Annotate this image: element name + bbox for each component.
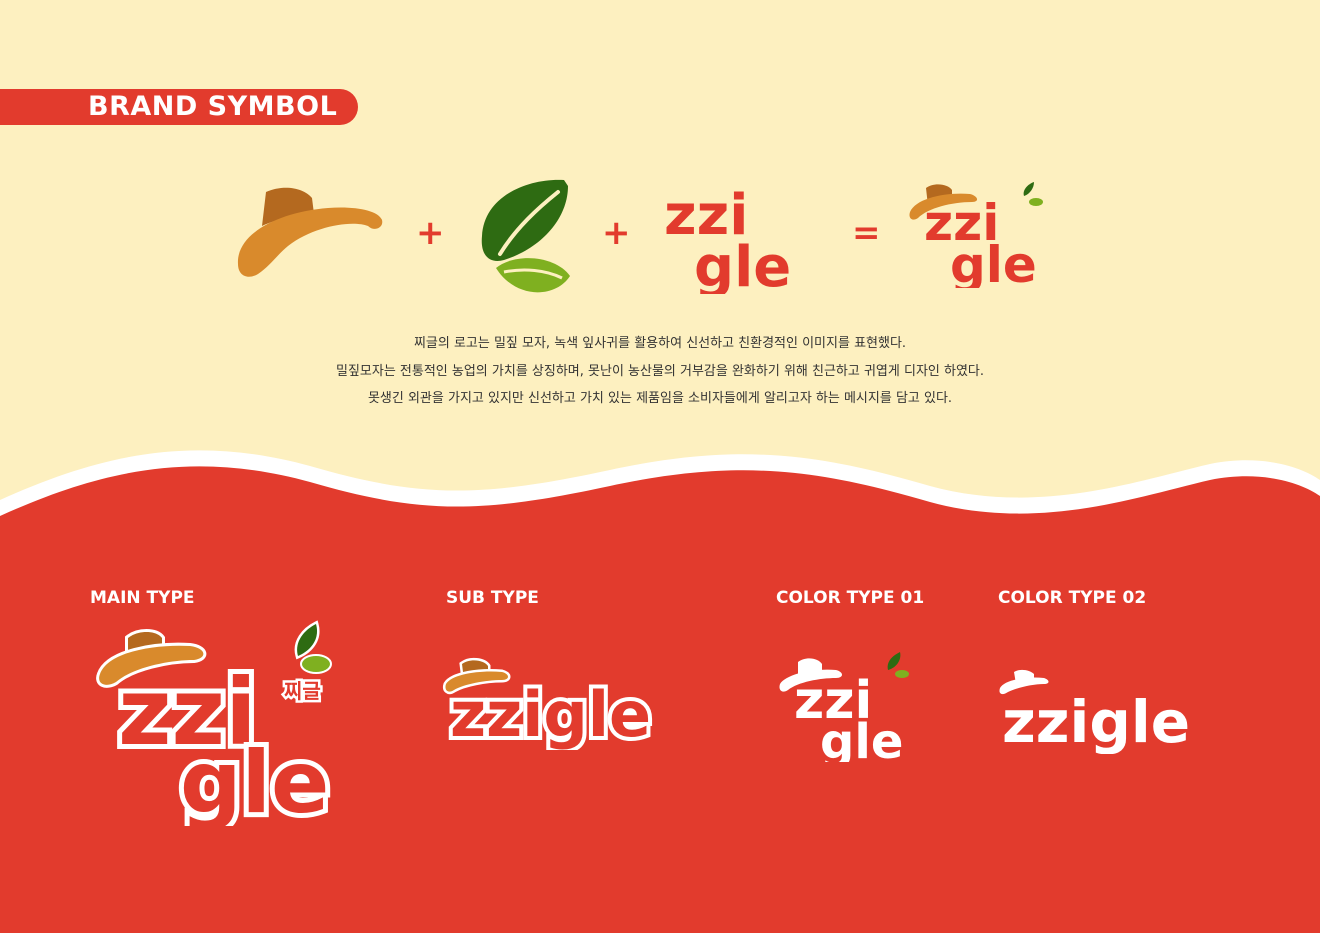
combined-logo: zzi gle (909, 182, 1043, 288)
color-type-02-label: COLOR TYPE 02 (998, 588, 1147, 608)
color-type-01-label: COLOR TYPE 01 (776, 588, 925, 608)
equals-sign: = (852, 213, 881, 253)
color-type-01-logo-line2: gle (820, 714, 903, 762)
combined-logo-line2: gle (950, 236, 1037, 288)
description-line: 못생긴 외관을 가지고 있지만 신선하고 가치 있는 제품임을 소비자들에게 알… (367, 391, 953, 406)
main-type-label: MAIN TYPE (90, 588, 195, 608)
main-type-logo-line2: gle (180, 733, 329, 826)
plus-sign: + (416, 213, 445, 253)
main-type-logo: zzi gle 찌글 (96, 620, 334, 826)
leaf-icon (481, 179, 570, 293)
color-type-01-logo: zzi gle (779, 652, 909, 762)
wordmark-logo: zzi gle (664, 184, 791, 294)
sub-type-logo-text: zzigle (450, 678, 651, 750)
sub-type-label: SUB TYPE (446, 588, 539, 608)
description-line: 밀짚모자는 전통적인 농업의 가치를 상징하며, 못난이 농산물의 거부감을 완… (335, 363, 985, 379)
hat-icon (237, 187, 383, 277)
section-title: BRAND SYMBOL (88, 91, 338, 122)
section-title-bar: BRAND SYMBOL (0, 89, 358, 125)
description-line: 찌글의 로고는 밀짚 모자, 녹색 잎사귀를 활용하여 신선하고 친환경적인 이… (413, 336, 907, 351)
wordmark-line2: gle (694, 235, 791, 294)
color-type-02-logo-text: zzigle (1002, 688, 1190, 754)
sub-type-logo: zzigle (443, 657, 655, 750)
main-type-korean-mark: 찌글 (284, 679, 321, 703)
brand-description: 찌글의 로고는 밀짚 모자, 녹색 잎사귀를 활용하여 신선하고 친환경적인 이… (0, 330, 1320, 413)
plus-sign: + (602, 213, 631, 253)
color-type-02-logo: zzigle (999, 669, 1190, 754)
